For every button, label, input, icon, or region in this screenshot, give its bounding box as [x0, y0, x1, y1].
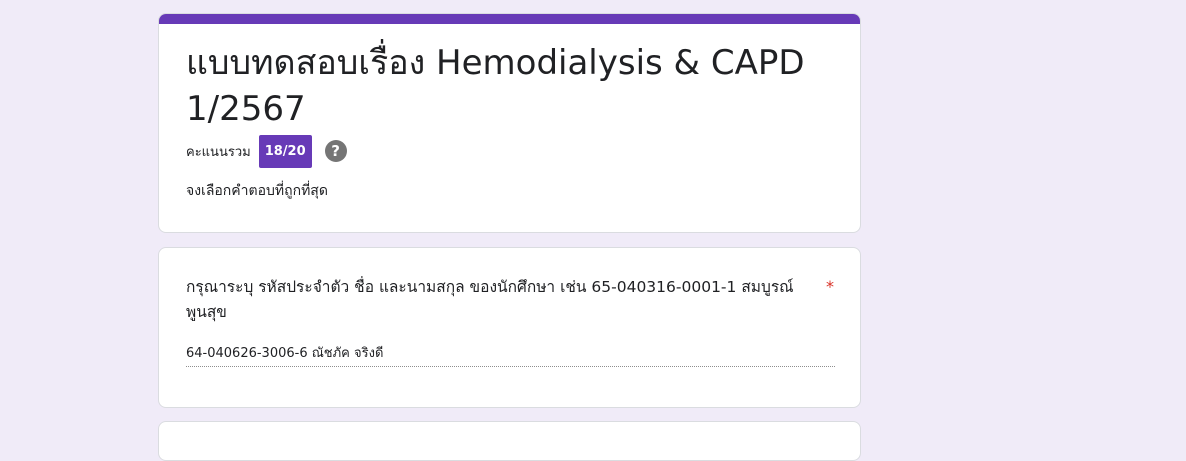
score-badge: 18/20 — [258, 134, 312, 168]
question-card: กรุณาระบุ รหัสประจำตัว ชื่อ และนามสกุล ข… — [158, 247, 861, 408]
form-title: แบบทดสอบเรื่อง Hemodialysis & CAPD 1/256… — [186, 43, 805, 129]
form-description: จงเลือกคำตอบที่ถูกที่สุด — [186, 183, 328, 199]
next-question-card — [158, 421, 861, 461]
answer-underline — [186, 366, 835, 367]
required-indicator: * — [826, 277, 834, 296]
header-accent-bar — [159, 14, 860, 24]
help-icon[interactable]: ? — [324, 140, 347, 162]
question-text: กรุณาระบุ รหัสประจำตัว ชื่อ และนามสกุล ข… — [186, 278, 794, 321]
total-score-label: คะแนนรวม — [186, 144, 251, 160]
score-row: คะแนนรวม 18/20 ? — [186, 134, 347, 168]
form-header-card: แบบทดสอบเรื่อง Hemodialysis & CAPD 1/256… — [158, 13, 861, 233]
answer-value: 64-040626-3006-6 ณัชภัค จริงดี — [186, 346, 384, 361]
